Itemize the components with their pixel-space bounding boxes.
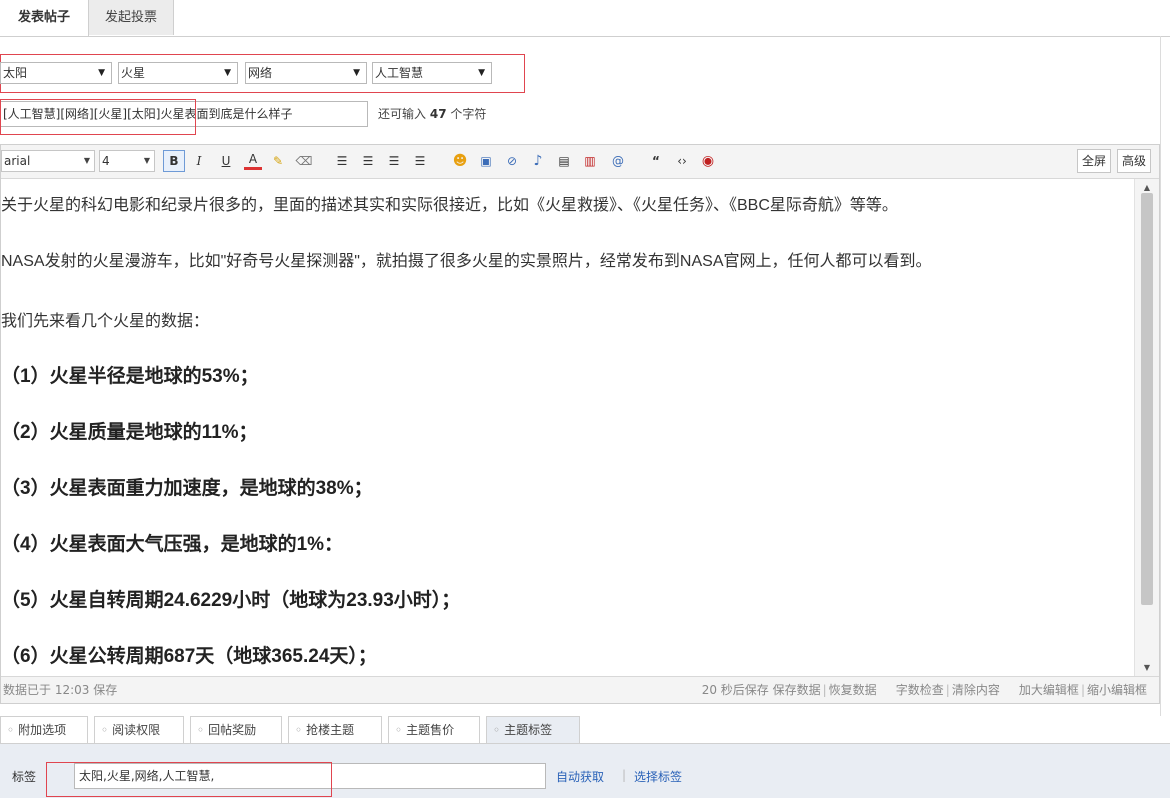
category-value: 太阳: [3, 66, 28, 80]
tab-floor-grab[interactable]: ◦ 抢楼主题: [288, 716, 382, 744]
size-select[interactable]: 4 ▼: [99, 150, 155, 172]
category-select-3[interactable]: 网络 ▼: [245, 62, 367, 84]
tab-label: 回帖奖励: [208, 723, 257, 737]
caret-down-icon: ▼: [478, 68, 485, 78]
save-status: 数据已于 12:03 保存: [3, 683, 118, 697]
caret-down-icon: ▼: [83, 156, 90, 165]
editor-statusbar: 数据已于 12:03 保存 20 秒后保存 保存数据 | 恢复数据 字数检查 | 清除内…: [1, 676, 1159, 703]
autosave-countdown: 20 秒后保存: [701, 683, 769, 697]
font-value: arial: [4, 154, 31, 168]
font-color-button[interactable]: A: [244, 152, 262, 170]
paragraph: 我们先来看几个火星的数据：: [1, 313, 210, 330]
top-tab-bar: 发表帖子 发起投票: [0, 0, 1170, 37]
category-value: 火星: [121, 66, 146, 80]
divider: |: [622, 768, 627, 782]
tab-topic-price[interactable]: ◦ 主题售价: [388, 716, 480, 744]
underline-button[interactable]: U: [217, 152, 235, 170]
category-select-1[interactable]: 太阳 ▼: [0, 62, 112, 84]
bold-button[interactable]: B: [163, 150, 185, 172]
shrink-editor-link[interactable]: 缩小编辑框: [1087, 683, 1147, 697]
status-actions: 20 秒后保存 保存数据 | 恢复数据 字数检查 | 清除内容 加大编辑框 | 缩小编辑框: [701, 683, 1147, 697]
tab-poll[interactable]: 发起投票: [89, 0, 174, 35]
editor-content[interactable]: 关于火星的科幻电影和纪录片很多的，里面的描述其实和实际很接近，比如《火星救援》、…: [1, 179, 1135, 677]
video-icon[interactable]: ▤: [555, 152, 573, 170]
eraser-icon[interactable]: ⌫: [295, 152, 313, 170]
restore-data-link[interactable]: 恢复数据: [829, 683, 877, 697]
remaining-count: 47: [429, 107, 447, 121]
category-value: 人工智慧: [375, 66, 424, 80]
stat-line: （5）火星自转周期24.6229小时（地球为23.93小时）；: [1, 590, 461, 611]
editor-toolbar: arial ▼ 4 ▼ B I U A ✎ ⌫ ☰ ☰ ☰ ☰ ☻ ▣ ⊘ ♪ …: [1, 145, 1159, 179]
music-icon[interactable]: ♪: [529, 152, 547, 170]
hint-suffix: 个字符: [450, 107, 487, 121]
tab-label: 主题标签: [504, 723, 553, 737]
tab-reply-reward[interactable]: ◦ 回帖奖励: [190, 716, 282, 744]
at-icon[interactable]: @: [609, 152, 627, 170]
stat-line: （2）火星质量是地球的11%；: [1, 422, 258, 443]
option-tabs: ◦ 附加选项 ◦ 阅读权限 ◦ 回帖奖励 ◦ 抢楼主题 ◦ 主题售价 ◦ 主题标签: [0, 716, 1170, 744]
stat-line: （1）火星半径是地球的53%；: [1, 366, 259, 387]
tab-read-permission[interactable]: ◦ 阅读权限: [94, 716, 184, 744]
caret-down-icon: ▼: [98, 68, 105, 78]
code-icon[interactable]: ‹›: [673, 152, 691, 170]
tab-label: 抢楼主题: [306, 723, 355, 737]
category-select-2[interactable]: 火星 ▼: [118, 62, 238, 84]
post-editor: arial ▼ 4 ▼ B I U A ✎ ⌫ ☰ ☰ ☰ ☰ ☻ ▣ ⊘ ♪ …: [0, 144, 1160, 704]
flash-icon[interactable]: ▥: [581, 152, 599, 170]
tab-post[interactable]: 发表帖子: [0, 0, 89, 36]
stat-line: （6）火星公转周期687天（地球365.24天）；: [1, 646, 377, 667]
scroll-down-icon[interactable]: ▼: [1135, 661, 1159, 675]
scroll-thumb[interactable]: [1141, 193, 1153, 605]
align-center-icon[interactable]: ☰: [359, 152, 377, 170]
align-right-icon[interactable]: ☰: [385, 152, 403, 170]
choose-tag-link[interactable]: 选择标签: [634, 768, 682, 785]
caret-down-icon: ▼: [353, 68, 360, 78]
emoji-icon[interactable]: ☻: [451, 152, 469, 170]
tab-label: 阅读权限: [112, 723, 161, 737]
editor-scrollbar[interactable]: ▲ ▼: [1134, 179, 1159, 677]
fullscreen-button[interactable]: 全屏: [1077, 149, 1112, 173]
quote-icon[interactable]: “: [647, 152, 665, 170]
font-select[interactable]: arial ▼: [1, 150, 95, 172]
category-value: 网络: [248, 66, 273, 80]
paragraph: 关于火星的科幻电影和纪录片很多的，里面的描述其实和实际很接近，比如《火星救援》、…: [1, 197, 898, 214]
attachment-icon[interactable]: ⊘: [503, 152, 521, 170]
hint-prefix: 还可输入: [378, 107, 427, 121]
save-data-link[interactable]: 保存数据: [773, 683, 821, 697]
category-select-4[interactable]: 人工智慧 ▼: [372, 62, 492, 84]
caret-down-icon: ▼: [143, 156, 150, 165]
italic-button[interactable]: I: [190, 152, 208, 170]
paragraph: NASA发射的火星漫游车，比如"好奇号火星探测器"，就拍摄了很多火星的实景照片，…: [1, 253, 932, 270]
right-border: [1160, 36, 1161, 716]
tab-label: 主题售价: [406, 723, 455, 737]
enlarge-editor-link[interactable]: 加大编辑框: [1019, 683, 1079, 697]
char-count-hint: 还可输入 47 个字符: [378, 101, 486, 127]
stat-line: （4）火星表面大气压强，是地球的1%：: [1, 534, 344, 555]
align-left-icon[interactable]: ☰: [333, 152, 351, 170]
tab-extra-options[interactable]: ◦ 附加选项: [0, 716, 88, 744]
tab-topic-tags[interactable]: ◦ 主题标签: [486, 716, 580, 744]
tag-highlight: [46, 762, 332, 797]
word-check-link[interactable]: 字数检查: [896, 683, 944, 697]
highlight-icon[interactable]: ✎: [269, 152, 287, 170]
size-value: 4: [102, 154, 110, 168]
image-icon[interactable]: ▣: [477, 152, 495, 170]
tab-label: 附加选项: [18, 723, 67, 737]
qq-icon[interactable]: ◉: [699, 152, 717, 170]
clear-content-link[interactable]: 清除内容: [952, 683, 1000, 697]
caret-down-icon: ▼: [224, 68, 231, 78]
align-justify-icon[interactable]: ☰: [411, 152, 429, 170]
stat-line: （3）火星表面重力加速度，是地球的38%；: [1, 478, 373, 499]
auto-fetch-link[interactable]: 自动获取: [556, 768, 604, 785]
tag-label: 标签: [12, 770, 37, 784]
advanced-button[interactable]: 高级: [1117, 149, 1152, 173]
title-prefix-highlight: [0, 99, 196, 135]
